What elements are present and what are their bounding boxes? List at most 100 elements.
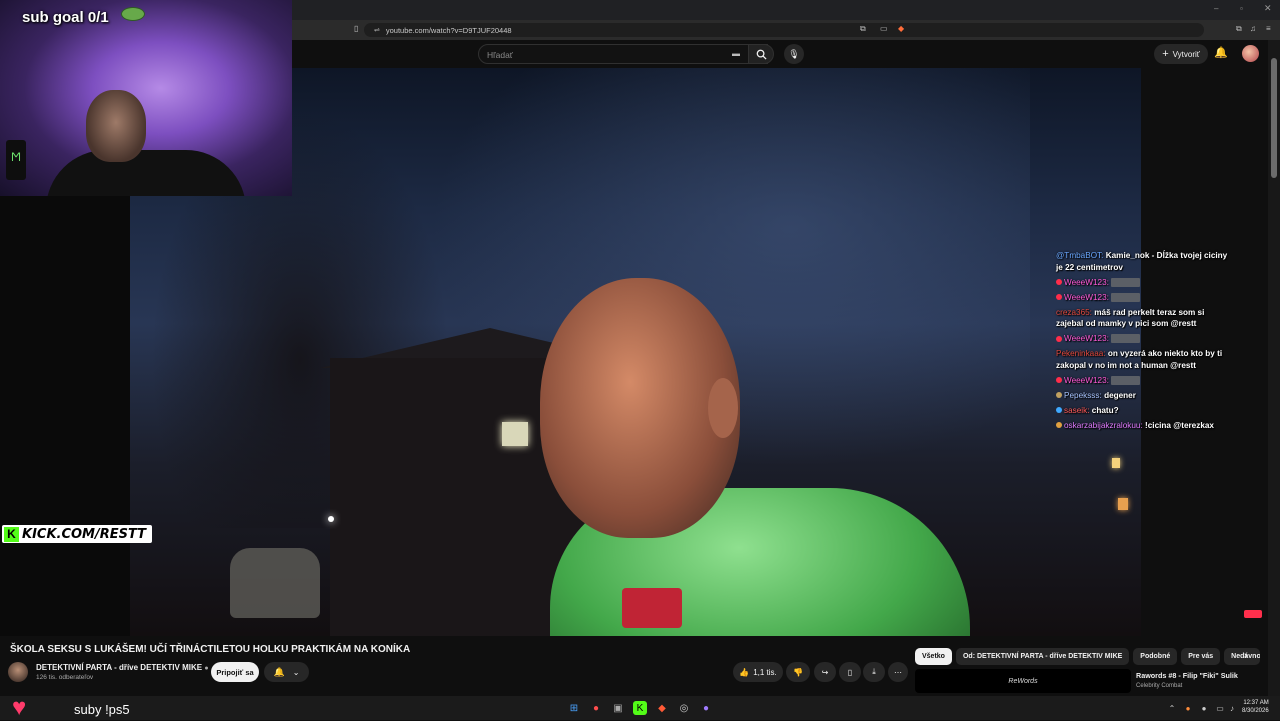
chat-message: WeeeW123: — [1056, 292, 1232, 304]
site-settings-icon[interactable]: ⇌ — [374, 26, 380, 34]
chat-emote — [1111, 292, 1141, 302]
app-icon[interactable]: ● — [589, 701, 603, 715]
tray-chevron-icon[interactable]: ⌃ — [1165, 701, 1179, 715]
extensions-icon[interactable]: ⧉ — [1236, 24, 1242, 34]
subscription-bell-button[interactable]: 🔔 ⌄ — [264, 662, 309, 682]
chat-badge-icon — [1056, 407, 1062, 414]
chip-for-you[interactable]: Pre vás — [1181, 648, 1221, 665]
chat-emote — [1111, 277, 1141, 287]
brave-shield-icon[interactable]: ◆ — [898, 24, 904, 33]
mic-icon: 🎙 — [788, 48, 800, 59]
share-button[interactable]: ↪ — [814, 662, 836, 682]
channel-avatar[interactable] — [8, 662, 28, 682]
windows-start-icon[interactable]: ⊞ — [567, 701, 581, 715]
chip-related[interactable]: Podobné — [1133, 648, 1178, 665]
chat-message: WeeeW123: — [1056, 333, 1232, 345]
chat-username: @TmbaBOT: — [1056, 251, 1104, 260]
chat-message: creza365: máš rad perkelt teraz som si z… — [1056, 307, 1232, 330]
chat-overlay: @TmbaBOT: Kamie_nok - Dĺžka tvojej cicin… — [1056, 250, 1232, 435]
menu-icon[interactable]: ≡ — [1266, 24, 1271, 33]
account-avatar[interactable] — [1242, 45, 1259, 62]
app-icon[interactable]: ● — [699, 701, 713, 715]
taskbar: ♥ suby !ps5 ⊞ ● ▣ K ◆ ◎ ● ⌃ ● ● ▭ ♪ 12:3… — [0, 696, 1280, 720]
plus-icon: + — [1162, 48, 1169, 60]
video-light — [1112, 458, 1120, 468]
bookmark-icon: ▯ — [847, 667, 853, 677]
chip-channel[interactable]: Od: DETEKTIVNÍ PARTA - dříve DETEKTIV MI… — [955, 648, 1130, 665]
maximize-icon[interactable]: ▫ — [1240, 4, 1243, 13]
cast-icon[interactable]: ▭ — [880, 24, 888, 33]
voice-search-button[interactable]: 🎙 — [784, 44, 804, 64]
minimize-icon[interactable]: – — [1214, 4, 1218, 13]
app-icon[interactable]: ▣ — [611, 701, 625, 715]
kick-app-icon[interactable]: K — [633, 701, 647, 715]
subscriber-count: 126 tis. odberateľov — [36, 674, 94, 681]
brave-app-icon[interactable]: ◆ — [655, 701, 669, 715]
search-input[interactable]: Hľadať — [478, 44, 768, 64]
chat-message: saseik: chatu? — [1056, 405, 1232, 417]
chat-username: creza365: — [1056, 307, 1092, 317]
verified-icon: ● — [204, 665, 209, 672]
more-button[interactable]: ⋯ — [888, 662, 908, 682]
bookmark-icon[interactable]: ▯ — [354, 24, 358, 33]
download-icon: ⤓ — [872, 667, 876, 676]
tray-app-icon[interactable]: ● — [1181, 701, 1195, 715]
video-title: ŠKOLA SEKSU S LUKÁŠEM! UČÍ TŘINÁCTILETOU… — [10, 644, 411, 655]
thumbnail-text: ReWords — [1008, 677, 1038, 685]
chat-message: Pekeninkaaa: on vyzerá ako niekto kto by… — [1056, 348, 1232, 371]
chat-message: @TmbaBOT: Kamie_nok - Dĺžka tvojej cicin… — [1056, 250, 1232, 273]
media-icon[interactable]: ♫ — [1250, 24, 1256, 33]
like-button[interactable]: 👍 1,1 tis. — [733, 662, 783, 682]
more-icon: ⋯ — [894, 667, 902, 677]
channel-name[interactable]: DETEKTIVNÍ PARTA - dříve DETEKTIV MIKE ● — [36, 663, 209, 672]
url-text: youtube.com/watch?v=D9TJUF20448 — [385, 25, 512, 35]
dislike-button[interactable]: 👎 — [786, 662, 810, 682]
recommended-thumbnail[interactable]: ReWords — [915, 669, 1131, 693]
share-icon: ↪ — [821, 667, 829, 677]
chat-text: !cicina @terezkax — [1145, 420, 1214, 430]
join-button[interactable]: Pripojiť sa — [211, 662, 259, 682]
video-lamp — [328, 516, 334, 522]
video-person-shirt — [622, 588, 682, 628]
video-car — [230, 548, 320, 618]
download-button[interactable]: ⤓ — [863, 662, 885, 682]
thumbs-down-icon: 👎 — [793, 667, 803, 677]
like-count: 1,1 tis. — [753, 667, 777, 677]
video-window-light — [502, 422, 528, 446]
chat-badge-icon — [1056, 279, 1062, 286]
stream-left-panel — [0, 196, 130, 636]
chip-recent[interactable]: Nedávno — [1224, 648, 1261, 665]
chat-username: WeeeW123: — [1064, 375, 1109, 385]
create-button[interactable]: + Vytvoriť — [1154, 44, 1208, 64]
time-text: 12:37 AM — [1243, 700, 1269, 706]
notifications-icon[interactable]: 🔔 — [1214, 46, 1228, 59]
chat-username: WeeeW123: — [1064, 292, 1109, 302]
search-button[interactable] — [748, 44, 774, 64]
address-bar[interactable]: ⇌ youtube.com/watch?v=D9TJUF20448 — [364, 23, 1204, 37]
volume-icon[interactable]: ♪ — [1225, 701, 1239, 715]
pepe-emote-icon — [121, 7, 145, 21]
keyboard-icon[interactable]: ▬ — [732, 49, 740, 58]
translate-icon[interactable]: ⧉ — [860, 24, 866, 34]
obs-app-icon[interactable]: ◎ — [677, 701, 691, 715]
scrollbar-thumb[interactable] — [1271, 58, 1277, 178]
save-button[interactable]: ▯ — [839, 662, 861, 682]
chip-all[interactable]: Všetko — [915, 648, 952, 665]
streamer-face — [86, 90, 146, 162]
chevron-right-icon[interactable]: › — [1244, 650, 1248, 662]
clock[interactable]: 12:37 AM 8/30/2026 — [1242, 699, 1269, 715]
chat-username: Pekeninkaaa: — [1056, 349, 1106, 358]
chat-username: WeeeW123: — [1064, 277, 1109, 287]
streamer-body — [46, 150, 246, 196]
chat-badge-icon — [1056, 392, 1062, 399]
recommended-title[interactable]: Rawords #8 - Filip "Fiki" Sulik — [1136, 671, 1238, 680]
chat-message: Pepeksss: degener — [1056, 390, 1232, 402]
chat-text: degener — [1104, 390, 1136, 400]
recommended-channel: Celebrity Combat — [1136, 683, 1183, 689]
close-icon[interactable]: ✕ — [1264, 3, 1272, 14]
chat-badge-icon — [1056, 335, 1062, 342]
webcam-overlay: Ϻ sub goal 0/1 — [0, 0, 292, 196]
youtube-header: Hľadať ▬ 🎙 + Vytvoriť 🔔 — [292, 40, 1280, 68]
heart-icon: ♥ — [12, 694, 27, 721]
tray-app-icon[interactable]: ● — [1197, 701, 1211, 715]
